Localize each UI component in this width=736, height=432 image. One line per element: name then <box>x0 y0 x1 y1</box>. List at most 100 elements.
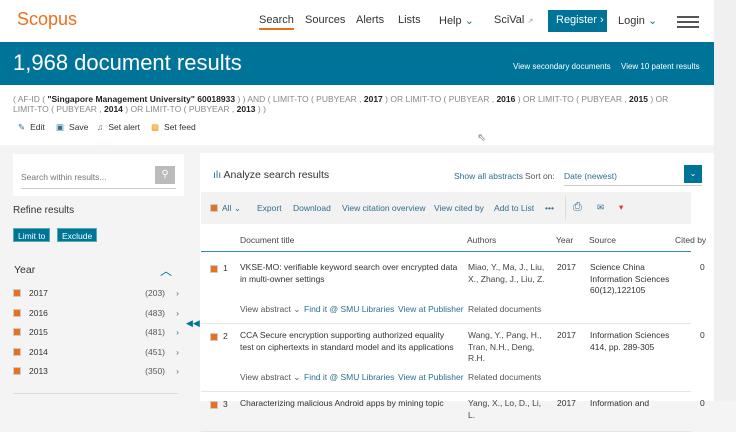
cited-by-count[interactable]: 0 <box>700 398 705 410</box>
checkbox[interactable] <box>13 367 21 375</box>
checkbox[interactable] <box>210 333 218 341</box>
facet-year: 2017 <box>29 288 48 298</box>
download-button[interactable]: Download <box>293 203 331 213</box>
nav-scival-label: SciVal <box>494 14 525 26</box>
add-to-list-button[interactable]: Add to List <box>494 203 534 213</box>
nav-help[interactable]: Help ⌄ <box>439 14 474 27</box>
pdf-icon[interactable]: ▾ <box>619 202 623 213</box>
menu-icon[interactable] <box>677 16 699 31</box>
edit-button[interactable]: ✎ Edit <box>18 122 45 133</box>
rss-icon: ▩ <box>151 122 160 132</box>
source[interactable]: Information Sciences 414, pp. 289-305 <box>590 330 670 353</box>
checkbox[interactable] <box>13 328 21 336</box>
find-it-link[interactable]: Find it @ SMU Libraries <box>304 372 394 384</box>
limit-to-button[interactable]: Limit to <box>13 228 51 242</box>
view-at-publisher-link[interactable]: View at Publisher <box>398 372 464 384</box>
print-icon[interactable]: ⎙ <box>573 201 582 214</box>
chevron-right-icon[interactable]: › <box>176 347 179 357</box>
nav-sources[interactable]: Sources <box>305 14 345 26</box>
view-at-publisher-link[interactable]: View at Publisher <box>398 304 464 316</box>
col-cited-by[interactable]: Cited by <box>675 235 706 245</box>
view-abstract-link[interactable]: View abstract ⌄ <box>240 304 300 316</box>
collapse-sidebar-icon[interactable]: ◀◀ <box>186 318 200 329</box>
authors[interactable]: Miao, Y., Ma, J., Liu, X., Zhang, J., Li… <box>468 262 548 285</box>
authors[interactable]: Yang, X., Lo, D., Li, L. <box>468 398 548 421</box>
nav-search[interactable]: Search <box>259 14 294 30</box>
document-title-link[interactable]: Characterizing malicious Android apps by… <box>240 398 460 410</box>
nav-lists[interactable]: Lists <box>398 14 421 26</box>
col-title[interactable]: Document title <box>240 235 294 245</box>
checkbox[interactable] <box>210 204 218 212</box>
chevron-down-icon: ⌄ <box>464 15 474 27</box>
year-facet-heading: Year <box>14 264 36 276</box>
document-title-link[interactable]: VKSE-MO: verifiable keyword search over … <box>240 262 460 285</box>
login-button[interactable]: Login ⌄ <box>618 14 657 27</box>
cursor-icon: ⇖ <box>477 132 487 144</box>
sort-select[interactable]: Date (newest) ⌄ <box>564 165 702 186</box>
email-icon[interactable]: ✉ <box>597 202 604 213</box>
save-icon: ▣ <box>56 122 65 132</box>
top-nav: Scopus Search Sources Alerts Lists Help … <box>0 0 736 42</box>
year-facet-item[interactable]: 2013 (350) › <box>13 366 183 380</box>
authors[interactable]: Wang, Y., Pang, H., Tran, N.H., Deng, R.… <box>468 330 548 365</box>
related-documents-link[interactable]: Related documents <box>468 304 541 316</box>
col-year[interactable]: Year <box>556 235 573 245</box>
pencil-icon: ✎ <box>18 122 26 132</box>
checkbox[interactable] <box>13 308 21 317</box>
select-all-dropdown[interactable]: All ⌄ <box>210 203 241 214</box>
chevron-right-icon[interactable]: › <box>176 366 179 376</box>
col-authors[interactable]: Authors <box>467 235 496 245</box>
exclude-button[interactable]: Exclude <box>57 228 98 242</box>
more-options-button[interactable]: ••• <box>545 203 554 213</box>
view-cited-by-button[interactable]: View cited by <box>434 203 484 213</box>
checkbox[interactable] <box>210 265 218 273</box>
register-button[interactable]: Register › <box>548 10 607 32</box>
chevron-down-icon: ⌄ <box>647 15 658 27</box>
view-secondary-link[interactable]: View secondary documents <box>513 62 611 71</box>
checkbox[interactable] <box>210 401 218 409</box>
show-all-abstracts-link[interactable]: Show all abstracts <box>454 171 523 181</box>
chevron-right-icon[interactable]: › <box>176 288 179 298</box>
search-icon[interactable]: ⚲ <box>155 166 175 184</box>
set-alert-button[interactable]: ♫ Set alert <box>97 122 140 132</box>
nav-alerts[interactable]: Alerts <box>356 14 384 26</box>
year-facet-item[interactable]: 2016 (483) › <box>13 308 183 322</box>
citation-overview-button[interactable]: View citation overview <box>342 203 425 213</box>
checkbox[interactable] <box>13 347 21 356</box>
year-facet-item[interactable]: 2015 (481) › <box>13 327 183 341</box>
chevron-up-icon[interactable]: ︿ <box>160 262 172 279</box>
facet-year: 2015 <box>29 327 48 337</box>
nav-help-label: Help <box>439 15 462 27</box>
year-facet-item[interactable]: 2017 (203) › <box>13 288 183 302</box>
chevron-down-icon: ⌄ <box>684 165 702 183</box>
nav-scival[interactable]: SciVal ↗ <box>494 14 533 26</box>
find-it-link[interactable]: Find it @ SMU Libraries <box>304 304 394 316</box>
facet-year: 2014 <box>29 346 48 357</box>
analyze-results-link[interactable]: ılı Analyze search results <box>213 169 329 181</box>
cited-by-count[interactable]: 0 <box>700 330 705 342</box>
col-source[interactable]: Source <box>589 235 616 245</box>
bell-icon: ♫ <box>97 122 104 132</box>
view-abstract-link[interactable]: View abstract ⌄ <box>240 372 300 384</box>
sort-label: Sort on: <box>525 171 555 181</box>
related-documents-link[interactable]: Related documents <box>468 372 541 384</box>
save-button[interactable]: ▣ Save <box>56 122 88 133</box>
scopus-logo[interactable]: Scopus <box>17 9 77 30</box>
cited-by-count[interactable]: 0 <box>700 262 705 274</box>
search-query: ( AF-ID ( "Singapore Management Universi… <box>13 94 669 114</box>
chevron-right-icon[interactable]: › <box>176 327 179 337</box>
year-facet-item[interactable]: 2014 (451) › <box>13 347 183 361</box>
view-patent-link[interactable]: View 10 patent results <box>621 62 700 71</box>
facet-count: (451) <box>145 346 165 357</box>
export-button[interactable]: Export <box>257 203 282 213</box>
analyze-label: Analyze search results <box>223 169 330 181</box>
scrollbar[interactable] <box>714 0 736 401</box>
facet-year: 2016 <box>29 307 48 318</box>
source[interactable]: Information and <box>590 398 670 410</box>
checkbox[interactable] <box>13 289 21 297</box>
chevron-right-icon[interactable]: › <box>176 308 179 318</box>
source[interactable]: Science China Information Sciences 60(12… <box>590 262 670 297</box>
document-title-link[interactable]: CCA Secure encryption supporting authori… <box>240 330 460 353</box>
set-feed-button[interactable]: ▩ Set feed <box>151 122 196 133</box>
search-within-input[interactable] <box>21 166 176 189</box>
